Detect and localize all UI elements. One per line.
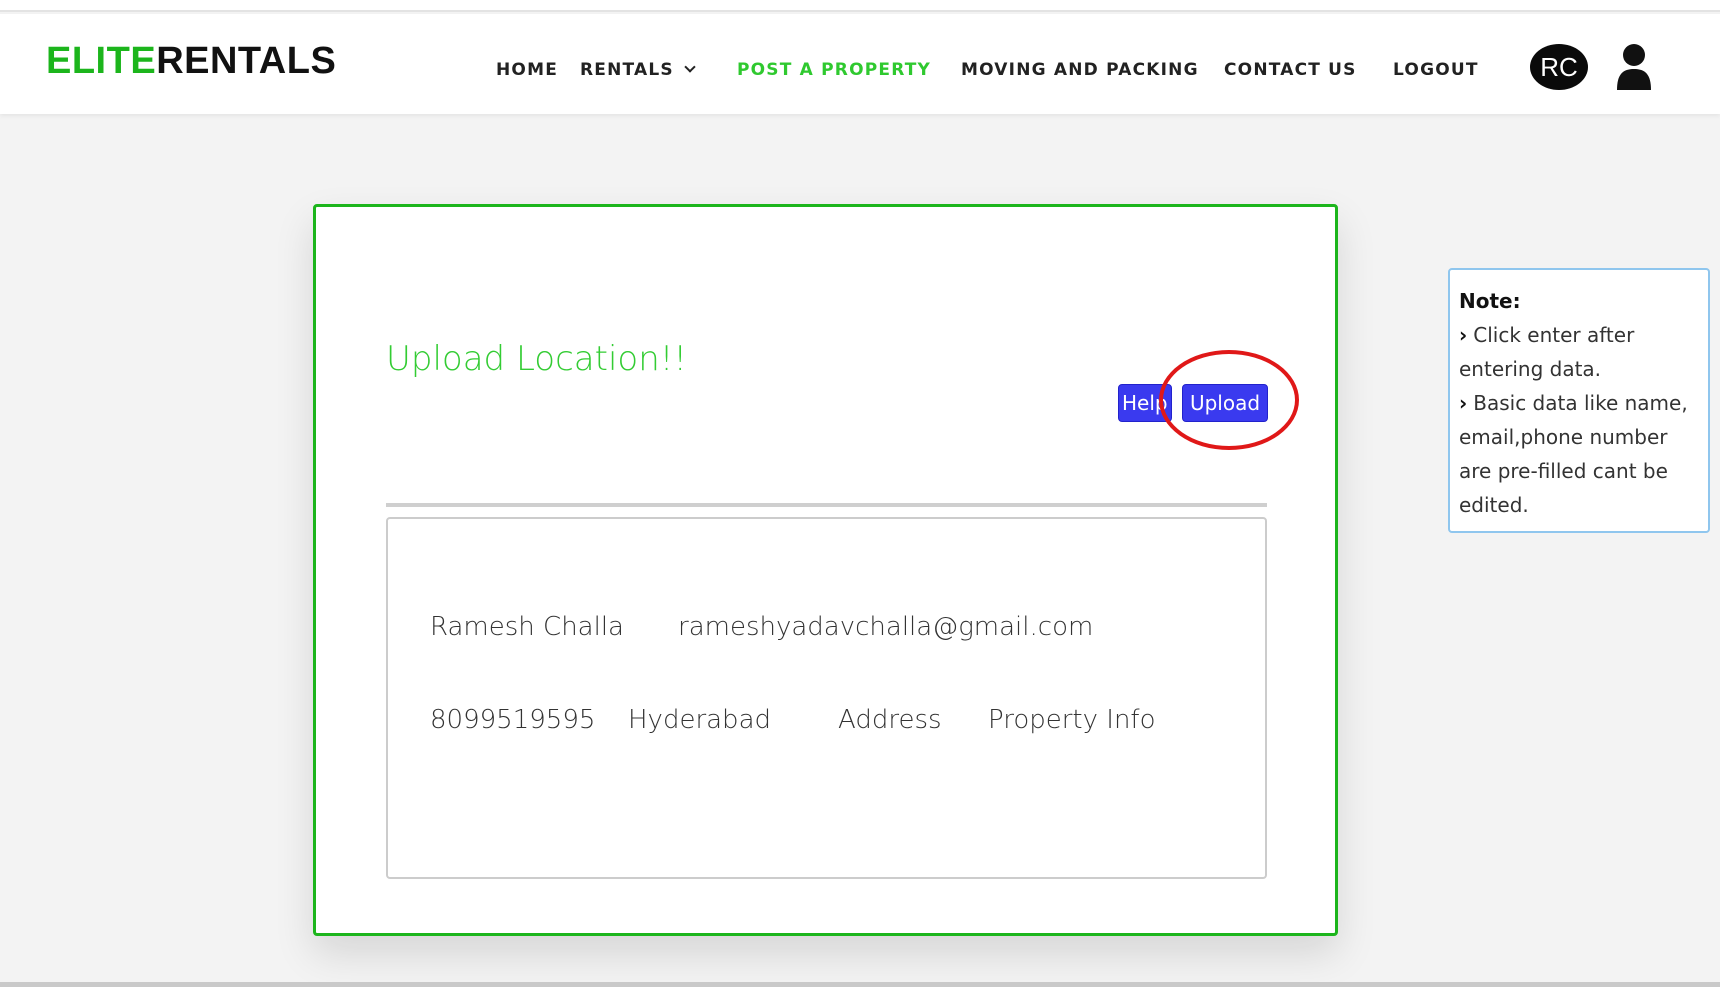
- property-info-field[interactable]: Property Info: [988, 705, 1156, 735]
- note-item: › Click enter after entering data.: [1459, 318, 1698, 386]
- note-item: › Basic data like name, email,phone numbe…: [1459, 386, 1698, 522]
- top-strip: [0, 0, 1720, 12]
- city-field[interactable]: Hyderabad: [628, 705, 771, 735]
- avatar[interactable]: RC: [1530, 44, 1588, 90]
- phone-field[interactable]: 8099519595: [430, 705, 595, 735]
- note-line-2: Basic data like name, email,phone number…: [1459, 391, 1688, 517]
- nav-logout[interactable]: LOGOUT: [1393, 60, 1479, 80]
- brand-logo[interactable]: ELITERENTALS: [46, 40, 336, 83]
- brand-rest: RENTALS: [156, 40, 337, 82]
- nav-rentals-label: RENTALS: [580, 60, 674, 80]
- address-field[interactable]: Address: [838, 705, 942, 735]
- navbar: ELITERENTALS HOME RENTALS POST A PROPERT…: [0, 14, 1720, 114]
- divider: [386, 503, 1267, 507]
- nav-post-property[interactable]: POST A PROPERTY: [737, 60, 931, 80]
- chevron-down-icon: [684, 61, 696, 73]
- email-field[interactable]: rameshyadavchalla@gmail.com: [678, 612, 1093, 642]
- chevron-right-icon: ›: [1459, 323, 1468, 347]
- upload-location-card: Upload Location!! Help Upload Ramesh Cha…: [313, 204, 1338, 936]
- note-line-1: Click enter after entering data.: [1459, 323, 1635, 381]
- page-title: Upload Location!!: [386, 339, 688, 379]
- nav-contact-us[interactable]: CONTACT US: [1224, 60, 1357, 80]
- name-field[interactable]: Ramesh Challa: [430, 612, 624, 642]
- bottom-scroll-edge: [0, 982, 1720, 987]
- nav-home[interactable]: HOME: [496, 60, 558, 80]
- note-title: Note:: [1459, 289, 1521, 313]
- nav-rentals[interactable]: RENTALS: [580, 60, 696, 80]
- highlight-circle-annotation: [1159, 350, 1299, 450]
- brand-accent: ELITE: [46, 40, 157, 82]
- nav-moving-packing[interactable]: MOVING AND PACKING: [961, 60, 1199, 80]
- user-icon[interactable]: [1616, 42, 1652, 94]
- prefilled-info-box: Ramesh Challa rameshyadavchalla@gmail.co…: [386, 517, 1267, 879]
- chevron-right-icon: ›: [1459, 391, 1468, 415]
- note-box: Note: › Click enter after entering data. …: [1448, 268, 1710, 533]
